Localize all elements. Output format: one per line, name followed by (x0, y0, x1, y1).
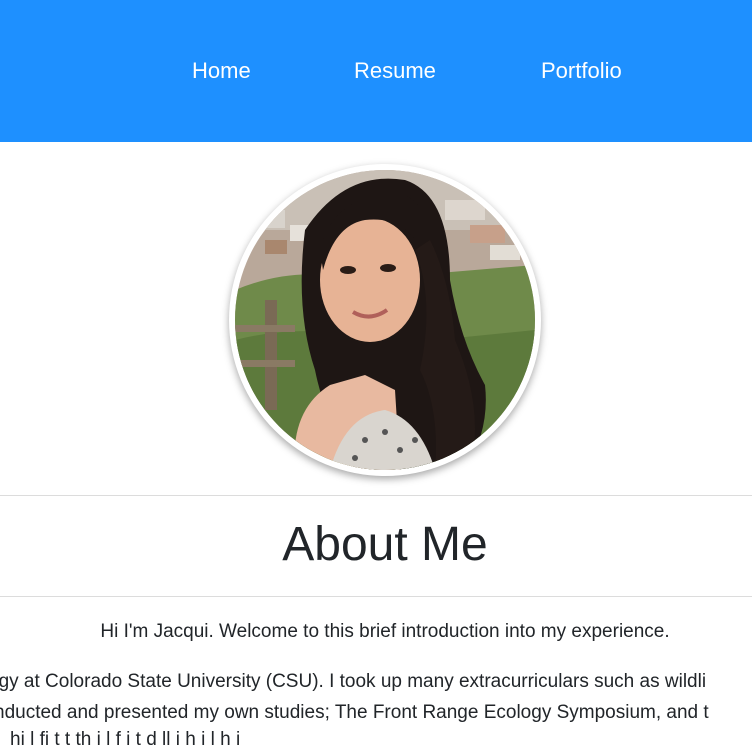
divider-bottom (0, 596, 752, 597)
bio-line: hi l fi t t th i l f i t d ll i h i l h … (10, 729, 241, 750)
page-title: About Me (282, 518, 488, 571)
profile-photo-frame (229, 164, 541, 476)
bio-line: ogy at Colorado State University (CSU). … (0, 671, 707, 692)
bio-line: nducted and presented my own studies; Th… (0, 702, 709, 723)
profile-photo-illustration (235, 170, 535, 470)
intro-text: Hi I'm Jacqui. Welcome to this brief int… (100, 621, 670, 642)
top-navbar: Home Resume Portfolio (0, 0, 752, 142)
profile-photo (235, 170, 535, 470)
nav-link-home[interactable]: Home (192, 56, 251, 86)
divider-top (0, 495, 752, 496)
nav-link-portfolio[interactable]: Portfolio (541, 56, 622, 86)
nav-link-resume[interactable]: Resume (354, 56, 436, 86)
